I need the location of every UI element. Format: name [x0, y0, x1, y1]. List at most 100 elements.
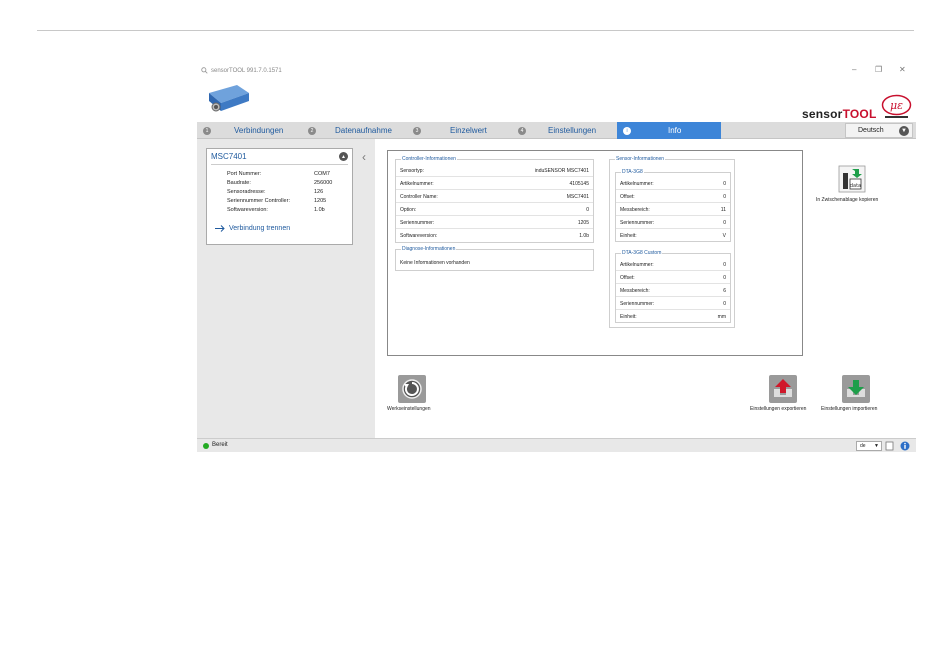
connection-key: Baudrate: — [227, 180, 251, 186]
sensor-group-dta3g8: DTA-3G8 Artikelnummer: 0 Offset: 0 Messber… — [615, 169, 731, 242]
factory-reset-label: Werkseinstellungen — [387, 406, 431, 412]
tab-label: Einzelwert — [450, 126, 487, 135]
info-row: Artikelnummer: 0 — [616, 259, 730, 271]
chevron-up-icon[interactable]: ▲ — [339, 152, 348, 161]
export-settings-button[interactable] — [769, 375, 797, 403]
svg-text:data: data — [850, 183, 861, 189]
restore-button[interactable]: ❐ — [875, 65, 882, 74]
info-icon: i — [623, 126, 631, 135]
tab-label: Verbindungen — [234, 126, 284, 135]
tab-einstellungen[interactable]: 4 Einstellungen — [512, 122, 617, 139]
info-row: Offset: 0 — [616, 191, 730, 203]
import-icon — [847, 380, 865, 397]
chevron-down-icon: ▼ — [874, 443, 879, 449]
connection-key: Seriennummer Controller: — [227, 198, 290, 204]
chevron-down-icon: ▼ — [899, 126, 909, 136]
document-icon[interactable] — [885, 441, 894, 451]
collapse-sidebar-icon[interactable]: ‹ — [362, 150, 366, 164]
status-bar: Bereit de ▼ — [197, 438, 916, 452]
connection-title: MSC7401 — [211, 152, 247, 161]
micro-epsilon-logo: με — [881, 94, 912, 118]
sensor-info-title: Sensor-Informationen — [615, 156, 666, 162]
sensor-group-title: DTA-3G8 — [621, 169, 644, 175]
info-row: Offset: 0 — [616, 272, 730, 284]
connection-value: 1205 — [314, 198, 327, 204]
sensor-info-group: Sensor-Informationen DTA-3G8 Artikelnumm… — [609, 156, 735, 328]
controller-info-group: Controller-Informationen Sensortyp: induS… — [395, 156, 594, 243]
language-select[interactable]: Deutsch ▼ — [845, 123, 913, 138]
tab-number-icon: 4 — [518, 126, 526, 135]
connection-key: Sensoradresse: — [227, 189, 266, 195]
tab-info[interactable]: i Info — [617, 122, 721, 139]
tab-einzelwert[interactable]: 3 Einzelwert — [407, 122, 512, 139]
info-row: Seriennummer: 0 — [616, 217, 730, 229]
import-settings-label: Einstellungen importieren — [821, 406, 878, 412]
brand-sensor-text: sensor — [802, 107, 843, 121]
reset-icon — [402, 379, 422, 399]
brand-tool-text: TOOL — [842, 107, 877, 121]
status-ok-icon — [203, 443, 209, 449]
info-row: Option: 0 — [396, 204, 593, 216]
minimize-button[interactable]: – — [852, 65, 856, 74]
info-row: Einheit: V — [620, 233, 726, 239]
diagnose-info-group: Diagnose-Informationen Keine Information… — [395, 246, 594, 271]
copy-clipboard-label: In Zwischenablage kopieren — [816, 197, 879, 203]
tab-number-icon: 2 — [308, 126, 316, 135]
sensor-device-image — [209, 85, 249, 112]
connection-value: COM7 — [314, 171, 330, 177]
tab-verbindungen[interactable]: 1 Verbindungen — [197, 122, 302, 139]
connection-card: MSC7401 ▲ Port Nummer: COM7 Baudrate: 25… — [206, 148, 353, 245]
arrow-right-icon — [215, 225, 225, 232]
page-top-rule — [37, 30, 914, 31]
tab-number-icon: 1 — [203, 126, 211, 135]
main-tabbar: 1 Verbindungen 2 Datenaufnahme 3 Einzelw… — [197, 122, 916, 139]
info-icon[interactable] — [900, 441, 910, 451]
close-button[interactable]: ✕ — [899, 65, 906, 74]
diagnose-info-title: Diagnose-Informationen — [401, 246, 457, 252]
info-row: Artikelnummer: 4105145 — [396, 178, 593, 190]
tab-label: Info — [668, 126, 682, 135]
connection-value: 126 — [314, 189, 324, 195]
sensor-group-title: DTA-3G8 Custom — [621, 250, 663, 256]
info-row: Seriennummer: 1205 — [396, 217, 593, 229]
info-row: Messbereich: 11 — [616, 204, 730, 216]
connection-value: 1.0b — [314, 207, 325, 213]
connection-key: Softwareversion: — [227, 207, 268, 213]
window-title-text: sensorTOOL 991.7.0.1571 — [211, 67, 282, 74]
tab-label: Einstellungen — [548, 126, 597, 135]
diagnose-text: Keine Informationen vorhanden — [400, 260, 470, 266]
copy-clipboard-button[interactable]: data — [838, 165, 866, 193]
export-icon — [774, 379, 792, 397]
info-panel: Controller-Informationen Sensortyp: induS… — [387, 150, 803, 356]
info-row: Artikelnummer: 0 — [616, 178, 730, 190]
connection-key: Port Nummer: — [227, 171, 262, 177]
info-row: Einheit: mm — [620, 314, 726, 320]
disconnect-label: Verbindung trennen — [229, 225, 291, 232]
info-row: Messbereich: 6 — [616, 285, 730, 297]
language-value: Deutsch — [858, 127, 884, 134]
export-settings-label: Einstellungen exportieren — [750, 406, 807, 412]
search-icon — [201, 67, 208, 74]
status-language-value: de — [860, 443, 866, 449]
brand-logo: sensorTOOL — [802, 107, 876, 121]
svg-text:με: με — [890, 99, 903, 112]
tab-number-icon: 3 — [413, 126, 421, 135]
info-row: Softwareversion: 1.0b — [400, 233, 589, 239]
import-settings-button[interactable] — [842, 375, 870, 403]
clipboard-data-icon: data — [838, 165, 866, 193]
info-row: Sensortyp: induSENSOR MSC7401 — [396, 165, 593, 177]
disconnect-link[interactable]: Verbindung trennen — [215, 225, 290, 232]
connection-value: 256000 — [314, 180, 333, 186]
info-row: Controller Name: MSC7401 — [396, 191, 593, 203]
factory-reset-button[interactable] — [398, 375, 426, 403]
status-text: Bereit — [212, 442, 228, 448]
divider — [211, 164, 348, 165]
info-row: Seriennummer: 0 — [616, 298, 730, 310]
sensortool-window: sensorTOOL 991.7.0.1571 – ❐ ✕ sensorTOOL… — [197, 62, 916, 452]
tab-label: Datenaufnahme — [335, 126, 392, 135]
tab-datenaufnahme[interactable]: 2 Datenaufnahme — [302, 122, 407, 139]
window-title: sensorTOOL 991.7.0.1571 — [201, 67, 282, 74]
status-language-select[interactable]: de ▼ — [856, 441, 882, 451]
controller-info-title: Controller-Informationen — [401, 156, 457, 162]
sensor-group-dta3g8-custom: DTA-3G8 Custom Artikelnummer: 0 Offset: 0 … — [615, 250, 731, 323]
